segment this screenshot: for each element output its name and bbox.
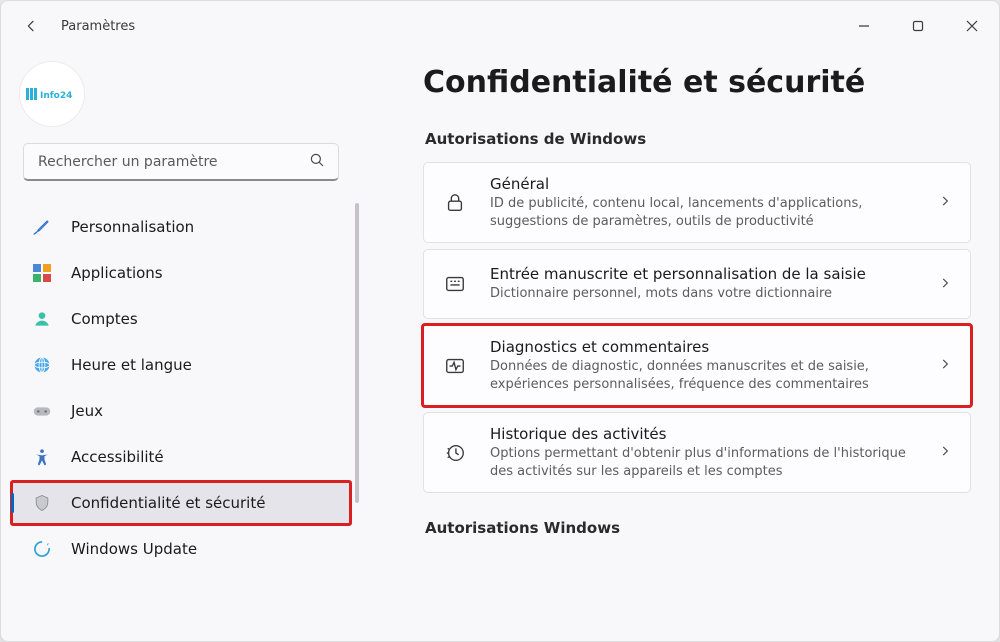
lock-icon (442, 190, 468, 216)
card-description: ID de publicité, contenu local, lancemen… (490, 195, 916, 230)
diagnostics-icon (442, 353, 468, 379)
sidebar-item-label: Windows Update (71, 540, 197, 558)
sidebar-item-label: Applications (71, 264, 163, 282)
sidebar-item-windows-update[interactable]: Windows Update (11, 527, 351, 571)
maximize-button[interactable] (891, 1, 945, 51)
chevron-right-icon (938, 443, 952, 462)
card-title: Diagnostics et commentaires (490, 338, 916, 356)
accessibility-icon (31, 446, 53, 468)
section-title: Autorisations Windows (425, 519, 971, 537)
sidebar-item-label: Confidentialité et sécurité (71, 494, 265, 512)
main-content: Confidentialité et sécurité Autorisation… (361, 51, 999, 641)
globe-icon (31, 354, 53, 376)
search-icon (308, 151, 326, 173)
sidebar-item-jeux[interactable]: Jeux (11, 389, 351, 433)
sidebar-item-label: Heure et langue (71, 356, 192, 374)
history-icon (442, 440, 468, 466)
titlebar: Paramètres (1, 1, 999, 51)
nav-list: Personnalisation Applications Comptes (1, 195, 361, 641)
close-button[interactable] (945, 1, 999, 51)
chevron-right-icon (938, 193, 952, 212)
chevron-right-icon (938, 275, 952, 294)
card-general[interactable]: Général ID de publicité, contenu local, … (423, 162, 971, 243)
sidebar-item-label: Personnalisation (71, 218, 194, 236)
search-input[interactable] (36, 153, 308, 171)
typing-icon (442, 271, 468, 297)
minimize-button[interactable] (837, 1, 891, 51)
card-title: Général (490, 175, 916, 193)
profile-block[interactable]: Info24 (1, 61, 361, 143)
sidebar-item-label: Jeux (71, 402, 103, 420)
nav-scrollbar[interactable] (355, 195, 359, 641)
card-title: Historique des activités (490, 425, 916, 443)
sidebar-item-personnalisation[interactable]: Personnalisation (11, 205, 351, 249)
sidebar-item-accessibilite[interactable]: Accessibilité (11, 435, 351, 479)
section-title: Autorisations de Windows (425, 130, 971, 148)
apps-icon (31, 262, 53, 284)
svg-text:Info24: Info24 (40, 91, 72, 101)
card-saisie[interactable]: Entrée manuscrite et personnalisation de… (423, 249, 971, 319)
sidebar-item-confidentialite-securite[interactable]: Confidentialité et sécurité (11, 481, 351, 525)
search-box[interactable] (23, 143, 339, 181)
card-description: Données de diagnostic, données manuscrit… (490, 358, 916, 393)
update-icon (31, 538, 53, 560)
gamepad-icon (31, 400, 53, 422)
page-title: Confidentialité et sécurité (423, 65, 971, 100)
person-icon (31, 308, 53, 330)
back-button[interactable] (19, 14, 43, 38)
settings-window: Paramètres Info24 (0, 0, 1000, 642)
scrollbar-thumb[interactable] (355, 203, 359, 503)
card-diagnostics[interactable]: Diagnostics et commentaires Données de d… (423, 325, 971, 406)
brush-icon (31, 216, 53, 238)
shield-icon (31, 492, 53, 514)
card-title: Entrée manuscrite et personnalisation de… (490, 265, 916, 283)
chevron-right-icon (938, 356, 952, 375)
sidebar-item-applications[interactable]: Applications (11, 251, 351, 295)
app-title: Paramètres (61, 19, 135, 34)
avatar: Info24 (19, 61, 85, 127)
sidebar-item-comptes[interactable]: Comptes (11, 297, 351, 341)
card-description: Options permettant d'obtenir plus d'info… (490, 445, 916, 480)
sidebar: Info24 Perso (1, 51, 361, 641)
card-description: Dictionnaire personnel, mots dans votre … (490, 285, 916, 303)
sidebar-item-label: Accessibilité (71, 448, 164, 466)
sidebar-item-heure-langue[interactable]: Heure et langue (11, 343, 351, 387)
card-historique[interactable]: Historique des activités Options permett… (423, 412, 971, 493)
sidebar-item-label: Comptes (71, 310, 138, 328)
